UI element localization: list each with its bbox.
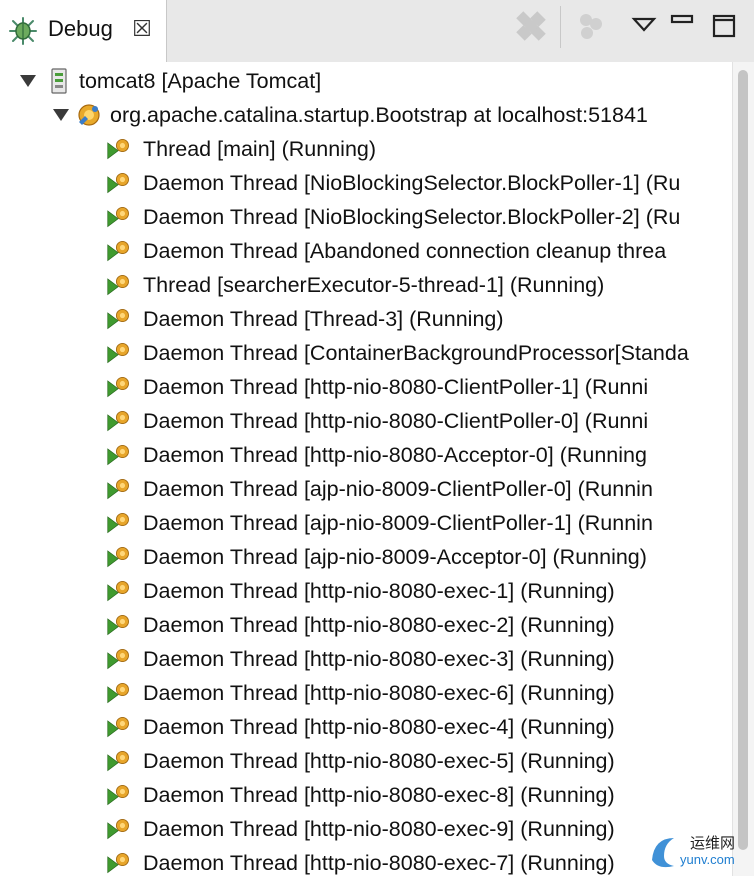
toolbar-separator — [560, 6, 561, 48]
running-thread-icon — [107, 139, 129, 160]
thread-label: Daemon Thread [http-nio-8080-exec-6] (Ru… — [143, 681, 615, 705]
thread-label: Daemon Thread [http-nio-8080-exec-2] (Ru… — [143, 613, 615, 637]
thread-row[interactable]: Daemon Thread [http-nio-8080-exec-7] (Ru… — [0, 846, 732, 876]
thread-row[interactable]: Daemon Thread [http-nio-8080-Acceptor-0]… — [0, 438, 732, 472]
running-thread-icon — [107, 445, 129, 466]
tab-label: Debug — [48, 16, 113, 41]
running-thread-icon — [107, 173, 129, 194]
running-thread-icon — [107, 581, 129, 602]
running-thread-icon — [107, 649, 129, 670]
scrollbar-thumb[interactable] — [738, 70, 748, 850]
debug-target-icon — [78, 104, 100, 126]
running-thread-icon — [107, 853, 129, 874]
running-thread-icon — [107, 309, 129, 330]
close-icon[interactable]: ☒ — [130, 16, 154, 42]
thread-label: Daemon Thread [http-nio-8080-ClientPolle… — [143, 375, 649, 399]
thread-label: Daemon Thread [ajp-nio-8009-Acceptor-0] … — [143, 545, 647, 569]
thread-label: Daemon Thread [ajp-nio-8009-ClientPoller… — [143, 477, 653, 501]
view-menu-icon[interactable] — [626, 8, 662, 44]
thread-row[interactable]: Daemon Thread [http-nio-8080-exec-1] (Ru… — [0, 574, 732, 608]
view-tab-bar: Debug ☒ — [0, 0, 754, 63]
running-thread-icon — [107, 615, 129, 636]
running-thread-icon — [107, 241, 129, 262]
thread-label: Thread [searcherExecutor-5-thread-1] (Ru… — [143, 273, 605, 297]
thread-label: Daemon Thread [http-nio-8080-Acceptor-0]… — [143, 443, 647, 467]
tree-node-debug-target[interactable]: org.apache.catalina.startup.Bootstrap at… — [0, 98, 732, 132]
thread-row[interactable]: Daemon Thread [http-nio-8080-exec-8] (Ru… — [0, 778, 732, 812]
thread-row[interactable]: Daemon Thread [Abandoned connection clea… — [0, 234, 732, 268]
thread-row[interactable]: Daemon Thread [http-nio-8080-exec-2] (Ru… — [0, 608, 732, 642]
maximize-icon[interactable] — [706, 8, 742, 44]
thread-label: Daemon Thread [http-nio-8080-exec-4] (Ru… — [143, 715, 615, 739]
thread-row[interactable]: Daemon Thread [http-nio-8080-exec-6] (Ru… — [0, 676, 732, 710]
debug-view-tab[interactable]: Debug ☒ — [0, 0, 167, 62]
thread-row[interactable]: Daemon Thread [Thread-3] (Running) — [0, 302, 732, 336]
running-thread-icon — [107, 751, 129, 772]
minimize-icon[interactable] — [664, 8, 700, 44]
thread-row[interactable]: Daemon Thread [http-nio-8080-exec-5] (Ru… — [0, 744, 732, 778]
connect-icon[interactable] — [572, 8, 608, 44]
running-thread-icon — [107, 207, 129, 228]
vertical-scrollbar[interactable] — [732, 62, 754, 876]
thread-label: Daemon Thread [http-nio-8080-exec-8] (Ru… — [143, 783, 615, 807]
running-thread-icon — [107, 411, 129, 432]
thread-label: Daemon Thread [ContainerBackgroundProces… — [143, 341, 689, 365]
running-thread-icon — [107, 343, 129, 364]
running-thread-icon — [107, 479, 129, 500]
thread-label: Daemon Thread [NioBlockingSelector.Block… — [143, 171, 681, 195]
server-label: tomcat8 [Apache Tomcat] — [79, 69, 322, 93]
thread-row[interactable]: Daemon Thread [ajp-nio-8009-ClientPoller… — [0, 472, 732, 506]
server-icon — [51, 68, 67, 94]
thread-row[interactable]: Thread [main] (Running) — [0, 132, 732, 166]
thread-row[interactable]: Daemon Thread [http-nio-8080-ClientPolle… — [0, 404, 732, 438]
thread-row[interactable]: Daemon Thread [ajp-nio-8009-Acceptor-0] … — [0, 540, 732, 574]
thread-row[interactable]: Daemon Thread [http-nio-8080-exec-4] (Ru… — [0, 710, 732, 744]
running-thread-icon — [107, 513, 129, 534]
debug-target-label: org.apache.catalina.startup.Bootstrap at… — [110, 103, 648, 127]
running-thread-icon — [107, 785, 129, 806]
thread-label: Daemon Thread [NioBlockingSelector.Block… — [143, 205, 681, 229]
thread-row[interactable]: Daemon Thread [ContainerBackgroundProces… — [0, 336, 732, 370]
thread-label: Daemon Thread [http-nio-8080-exec-3] (Ru… — [143, 647, 615, 671]
watermark-text: 运维网 — [690, 835, 736, 852]
thread-label: Daemon Thread [ajp-nio-8009-ClientPoller… — [143, 511, 653, 535]
running-thread-icon — [107, 819, 129, 840]
running-thread-icon — [107, 377, 129, 398]
expanded-twisty-icon[interactable] — [52, 107, 70, 123]
debug-tree: tomcat8 [Apache Tomcat] org.apache.catal… — [0, 62, 732, 876]
thread-row[interactable]: Daemon Thread [NioBlockingSelector.Block… — [0, 166, 732, 200]
thread-row[interactable]: Daemon Thread [http-nio-8080-exec-9] (Ru… — [0, 812, 732, 846]
bug-icon — [9, 17, 37, 45]
thread-row[interactable]: Daemon Thread [http-nio-8080-exec-3] (Ru… — [0, 642, 732, 676]
thread-label: Thread [main] (Running) — [143, 137, 377, 161]
running-thread-icon — [107, 717, 129, 738]
thread-label: Daemon Thread [http-nio-8080-ClientPolle… — [143, 409, 649, 433]
running-thread-icon — [107, 683, 129, 704]
thread-row[interactable]: Daemon Thread [http-nio-8080-ClientPolle… — [0, 370, 732, 404]
tree-node-server[interactable]: tomcat8 [Apache Tomcat] — [0, 64, 732, 98]
thread-label: Daemon Thread [Thread-3] (Running) — [143, 307, 504, 331]
watermark-logo: 运维网 yunv.com — [640, 824, 754, 876]
expanded-twisty-icon[interactable] — [19, 73, 37, 89]
thread-label: Daemon Thread [Abandoned connection clea… — [143, 239, 667, 263]
thread-row[interactable]: Daemon Thread [NioBlockingSelector.Block… — [0, 200, 732, 234]
running-thread-icon — [107, 275, 129, 296]
running-thread-icon — [107, 547, 129, 568]
watermark-url: yunv.com — [680, 852, 735, 867]
thread-label: Daemon Thread [http-nio-8080-exec-9] (Ru… — [143, 817, 615, 841]
thread-label: Daemon Thread [http-nio-8080-exec-5] (Ru… — [143, 749, 615, 773]
remove-all-terminated-icon[interactable] — [514, 8, 550, 44]
thread-row[interactable]: Daemon Thread [ajp-nio-8009-ClientPoller… — [0, 506, 732, 540]
thread-label: Daemon Thread [http-nio-8080-exec-1] (Ru… — [143, 579, 615, 603]
thread-label: Daemon Thread [http-nio-8080-exec-7] (Ru… — [143, 851, 615, 875]
thread-row[interactable]: Thread [searcherExecutor-5-thread-1] (Ru… — [0, 268, 732, 302]
